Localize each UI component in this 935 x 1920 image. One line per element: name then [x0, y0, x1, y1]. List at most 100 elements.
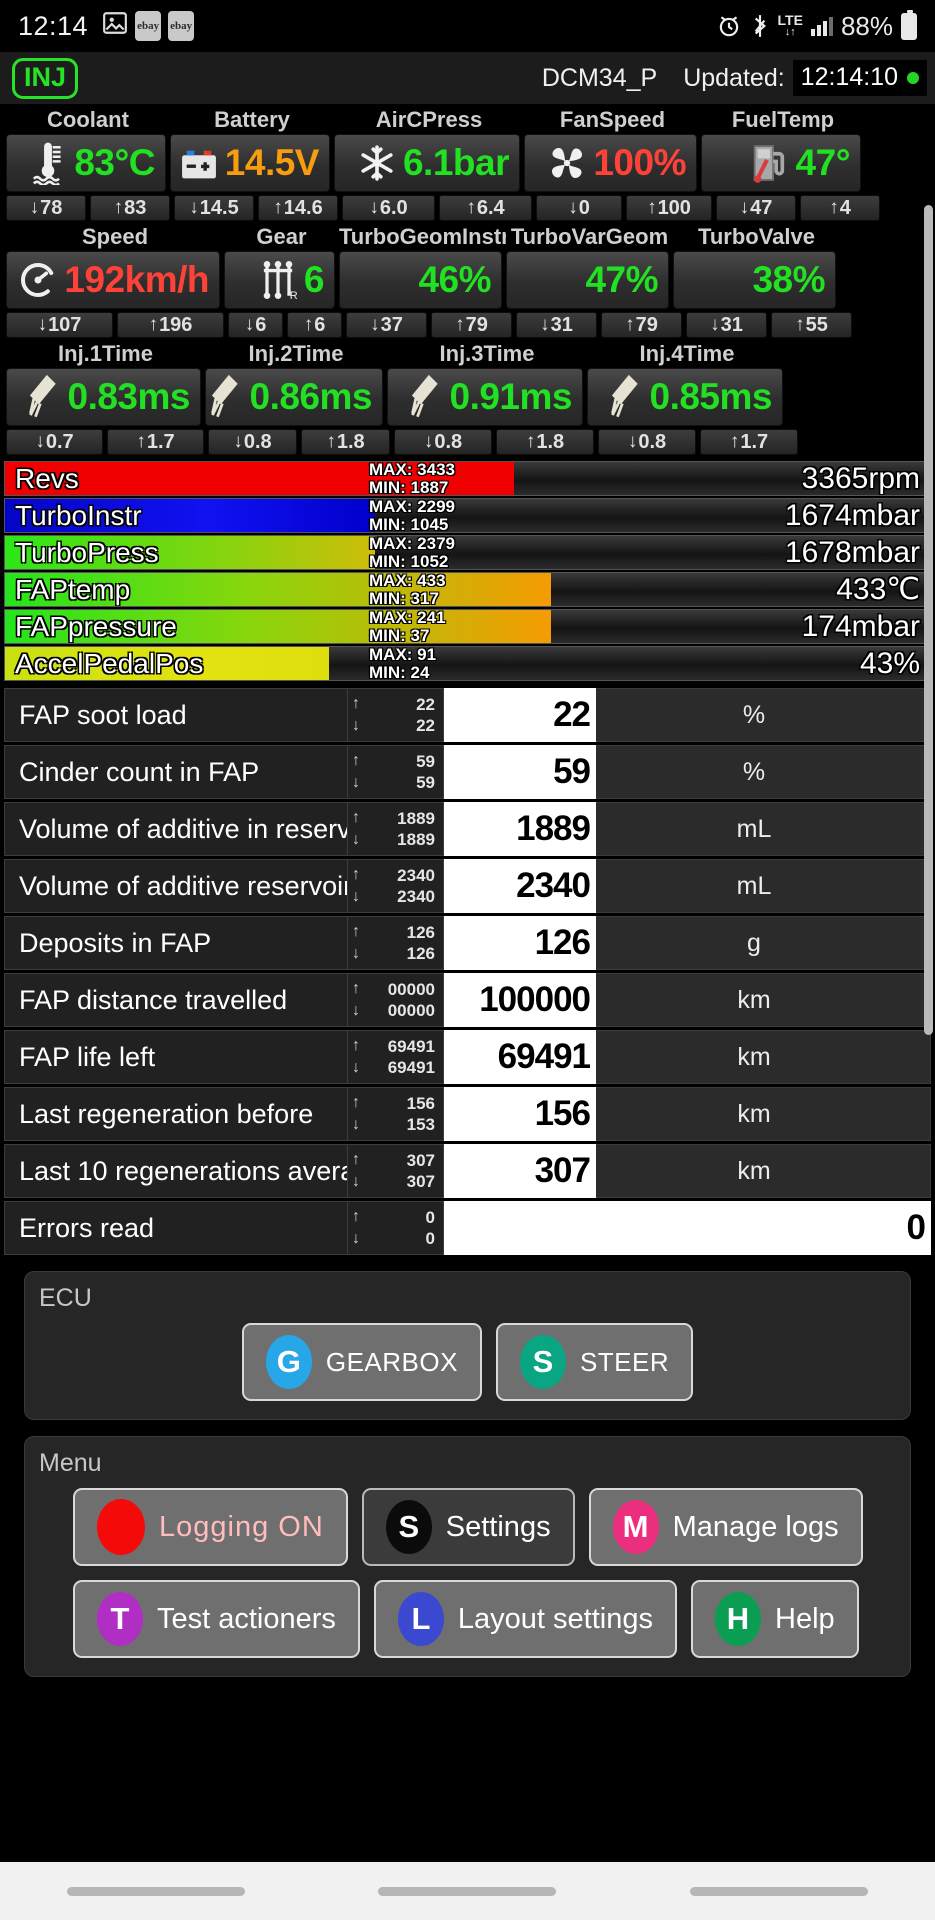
vertical-scrollbar[interactable] [924, 205, 933, 1035]
gauge-min-value: ↓ 47 [716, 195, 796, 221]
table-row[interactable]: Volume of additive reservoir ↑ 2340 ↓ 2340 23… [4, 859, 931, 913]
table-row[interactable]: Deposits in FAP ↑ 126 ↓ 126 126 g [4, 916, 931, 970]
up-arrow-icon: ↑ [352, 923, 360, 941]
gauge-max-value: ↑ 1.8 [496, 429, 594, 455]
help-button[interactable]: H Help [691, 1580, 859, 1658]
parameter-max: 00000 [387, 979, 435, 999]
badge-h-icon: H [715, 1592, 761, 1646]
bar-meter-value: 1674mbar [784, 498, 920, 532]
gauge-turbogeominstr[interactable]: 46% [339, 251, 502, 309]
down-arrow-icon: ↓ [352, 1058, 360, 1076]
gauge-value: 100% [593, 142, 686, 183]
gauge-max-value: ↑ 6 [287, 312, 342, 338]
bar-meter-faptemp[interactable]: FAPtemp MAX: 433 MIN: 317 433℃ [4, 572, 931, 607]
ebay-notification-icon-1: ebay [135, 11, 162, 41]
parameter-unit: km [596, 1144, 931, 1198]
layout-settings-button[interactable]: L Layout settings [373, 1580, 677, 1658]
bar-meter-fappressure[interactable]: FAPpressure MAX: 241 MIN: 37 174mbar [4, 609, 931, 644]
gauge-max-value: ↑ 1.7 [700, 429, 798, 455]
gauge-group-2: Speed Gear TurboGeomInstr TurboVarGeom Turbo… [6, 224, 929, 338]
gauge-battery[interactable]: 14.5V [170, 134, 330, 192]
bar-meter-minmax: MAX: 3433 MIN: 1887 [369, 462, 455, 495]
badge-g-icon: G [265, 1335, 312, 1389]
gauge-inj-1time[interactable]: 0.83ms [6, 368, 201, 426]
bar-meter-label: FAPtemp [15, 573, 131, 605]
button-label: Manage logs [672, 1510, 839, 1543]
updated-time: 12:14:10 [800, 63, 898, 91]
up-arrow-icon: ↑ [352, 809, 360, 827]
table-row[interactable]: Volume of additive in reservoir ↑ 1889 ↓ 188… [4, 802, 931, 856]
minmax-pair: ↓ 6.0 ↑ 6.4 [342, 195, 532, 221]
svg-text:R: R [290, 290, 298, 302]
ecu-panel-title: ECU [39, 1284, 92, 1312]
logging-on-button[interactable]: Logging ON [73, 1488, 348, 1566]
ecu-name-label: DCM34_P [541, 63, 658, 92]
gauge-label-inj-3time: Inj.3Time [439, 341, 535, 366]
settings-button[interactable]: S Settings [361, 1488, 575, 1566]
gauge-coolant[interactable]: 83°C [6, 134, 166, 192]
gauge-fueltemp[interactable]: 47° [701, 134, 861, 192]
manage-logs-button[interactable]: M Manage logs [588, 1488, 863, 1566]
gauge-speed[interactable]: 192km/h [6, 251, 220, 309]
table-row[interactable]: FAP life left ↑ 69491 ↓ 69491 69491 km [4, 1030, 931, 1084]
gauge-max-value: ↑ 4 [800, 195, 880, 221]
test-actioners-button[interactable]: T Test actioners [73, 1580, 360, 1658]
gauge-label-battery: Battery [214, 107, 290, 132]
gauge-min-value: ↓ 78 [6, 195, 86, 221]
bluetooth-icon [750, 13, 770, 39]
gauge-minmax-row: ↓ 0.7 ↑ 1.7 ↓ 0.8 ↑ 1.8 ↓ 0.8 ↑ 1.8 ↓ 0.8 ↑ 1.7 [6, 429, 929, 455]
nav-home-button[interactable] [378, 1886, 557, 1896]
gauge-label-aircpress: AirCPress [375, 107, 483, 132]
parameter-value: 1889 [444, 802, 596, 856]
bar-meter-accelpedalpos[interactable]: AccelPedalPos MAX: 91 MIN: 24 43% [4, 646, 931, 681]
bar-meter-turbopress[interactable]: TurboPress MAX: 2379 MIN: 1052 1678mbar [4, 535, 931, 570]
bar-meter-label: TurboInstr [15, 499, 142, 531]
table-row[interactable]: Errors read ↑ 0 ↓ 0 0 [4, 1201, 931, 1255]
gauge-turbovalve[interactable]: 38% [673, 251, 836, 309]
gauge-gear[interactable]: R6 [224, 251, 335, 309]
nav-back-button[interactable] [690, 1886, 869, 1896]
gauge-value: 0.83ms [67, 376, 191, 417]
bar-min-label: MIN: 1887 [369, 477, 449, 496]
parameter-value: 156 [444, 1087, 596, 1141]
parameter-name: Errors read [4, 1201, 348, 1255]
parameter-unit: mL [596, 802, 931, 856]
gauge-inj-3time[interactable]: 0.91ms [387, 368, 583, 426]
gearbox-button[interactable]: G GEARBOX [241, 1323, 482, 1401]
gauge-min-value: ↓ 0.8 [598, 429, 696, 455]
table-row[interactable]: FAP soot load ↑ 22 ↓ 22 22% [4, 688, 931, 742]
gauge-max-value: ↑ 55 [771, 312, 852, 338]
parameter-minmax: ↑ 307 ↓ 307 [348, 1144, 444, 1198]
bar-meter-minmax: MAX: 91 MIN: 24 [369, 647, 436, 680]
gauge-inj-2time[interactable]: 0.86ms [205, 368, 383, 426]
down-arrow-icon: ↓ [352, 1229, 360, 1247]
status-clock: 12:14 [18, 10, 89, 41]
bar-meter-label: Revs [15, 462, 79, 494]
up-arrow-icon: ↑ [352, 866, 360, 884]
bar-meter-turboinstr[interactable]: TurboInstr MAX: 2299 MIN: 1045 1674mbar [4, 498, 931, 533]
gauge-aircpress[interactable]: 6.1bar [334, 134, 520, 192]
gauge-value: 83°C [74, 142, 155, 183]
gauge-inj-4time[interactable]: 0.85ms [587, 368, 783, 426]
gauge-turbovargeom[interactable]: 47% [506, 251, 669, 309]
bar-meter-value: 43% [859, 646, 920, 680]
table-row[interactable]: Last regeneration before ↑ 156 ↓ 153 156 km [4, 1087, 931, 1141]
minmax-pair: ↓ 78 ↑ 83 [6, 195, 170, 221]
button-label: Logging ON [159, 1510, 324, 1543]
gauge-label-gear: Gear [256, 224, 307, 249]
parameter-name: Deposits in FAP [4, 916, 348, 970]
bar-meter-revs[interactable]: Revs MAX: 3433 MIN: 1887 3365rpm [4, 461, 931, 496]
steer-button[interactable]: S STEER [495, 1323, 694, 1401]
nav-recents-button[interactable] [66, 1886, 245, 1896]
minmax-pair: ↓ 0.8 ↑ 1.7 [598, 429, 798, 455]
minmax-pair: ↓ 31 ↑ 55 [686, 312, 852, 338]
table-row[interactable]: Last 10 regenerations average↑ 307 ↓ 307 307… [4, 1144, 931, 1198]
table-row[interactable]: FAP distance travelled ↑ 00000 ↓ 00000 100000… [4, 973, 931, 1027]
table-row[interactable]: Cinder count in FAP ↑ 59 ↓ 59 59% [4, 745, 931, 799]
android-navigation-bar [0, 1862, 935, 1920]
gauge-min-value: ↓ 0.8 [394, 429, 492, 455]
gauge-label-speed: Speed [81, 224, 149, 249]
gauge-fanspeed[interactable]: 100% [524, 134, 697, 192]
mode-badge-inj[interactable]: INJ [12, 57, 79, 99]
fuel-pump-icon [750, 140, 790, 186]
